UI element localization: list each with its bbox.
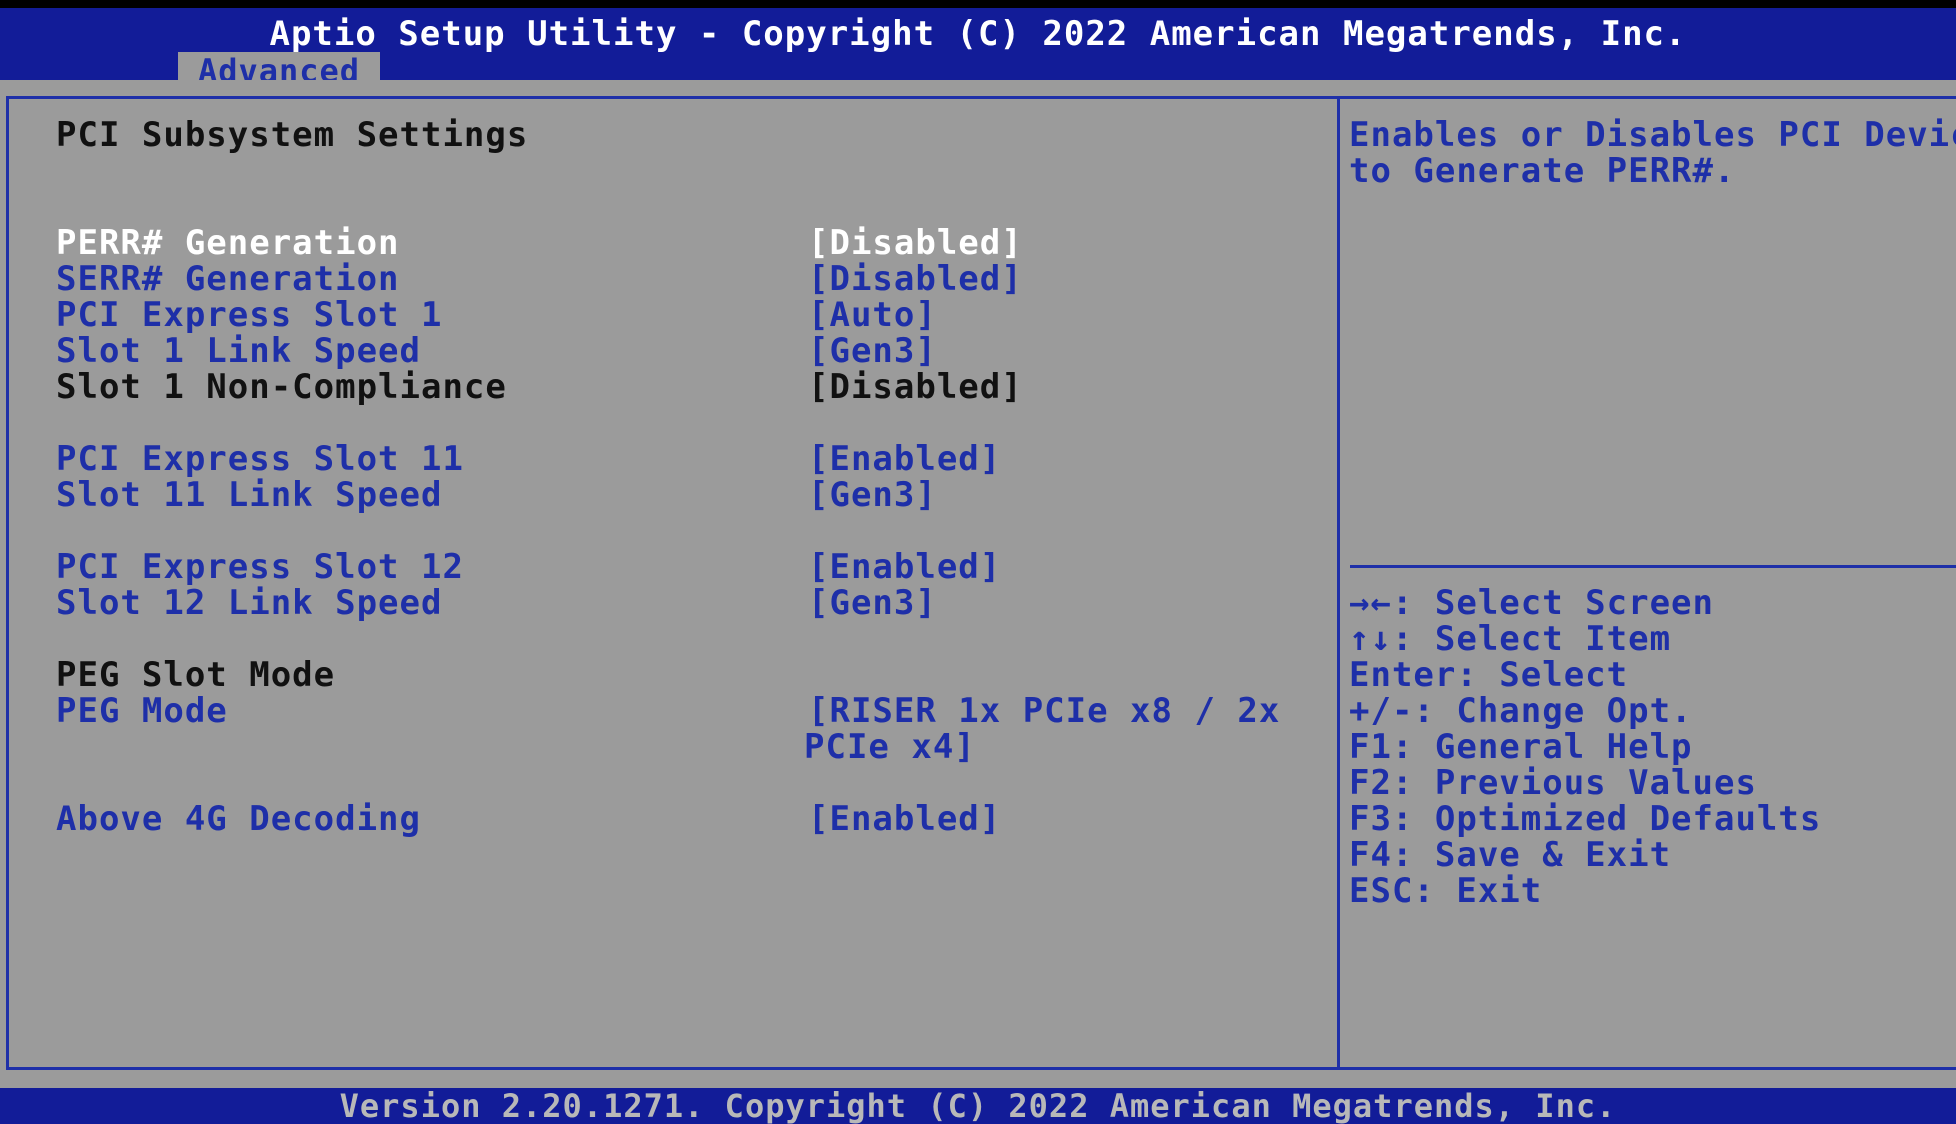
panel-divider [1337, 98, 1340, 1069]
title-bar: Aptio Setup Utility - Copyright (C) 2022… [0, 8, 1956, 90]
footer-version: Version 2.20.1271. Copyright (C) 2022 Am… [0, 1088, 1956, 1124]
help-description-line2: to Generate PERR#. [1349, 151, 1736, 191]
value-slot-1-link-speed[interactable]: [Gen3] [808, 333, 937, 369]
app-title: Aptio Setup Utility - Copyright (C) 2022… [269, 14, 1687, 54]
page-title: PCI Subsystem Settings [56, 115, 529, 155]
setting-serr-generation[interactable]: SERR# Generation [56, 261, 400, 297]
key-hint-previous-values: F2: Previous Values [1349, 763, 1757, 803]
setting-pci-express-slot-11[interactable]: PCI Express Slot 11 [56, 441, 464, 477]
setting-pci-express-slot-12[interactable]: PCI Express Slot 12 [56, 549, 464, 585]
help-description-line1: Enables or Disables PCI Device [1349, 115, 1956, 155]
key-hint-select-screen: →←: Select Screen [1349, 583, 1714, 623]
value-peg-mode[interactable]: [RISER 1x PCIe x8 / 2x [808, 693, 1280, 729]
setting-perr-generation[interactable]: PERR# Generation [56, 225, 400, 261]
setting-above-4g-decoding[interactable]: Above 4G Decoding [56, 801, 421, 837]
setting-pci-express-slot-1[interactable]: PCI Express Slot 1 [56, 297, 442, 333]
setting-peg-mode[interactable]: PEG Mode [56, 693, 228, 729]
value-slot-11-link-speed[interactable]: [Gen3] [808, 477, 937, 513]
setting-slot-1-link-speed[interactable]: Slot 1 Link Speed [56, 333, 421, 369]
peg-slot-mode-heading: PEG Slot Mode [56, 655, 336, 695]
value-above-4g-decoding[interactable]: [Enabled] [808, 801, 1001, 837]
setting-slot-11-link-speed[interactable]: Slot 11 Link Speed [56, 477, 442, 513]
key-hint-optimized-defaults: F3: Optimized Defaults [1349, 799, 1822, 839]
value-pci-express-slot-1[interactable]: [Auto] [808, 297, 937, 333]
key-hint-esc-exit: ESC: Exit [1349, 871, 1543, 911]
value-serr-generation[interactable]: [Disabled] [808, 261, 1023, 297]
setting-slot-1-non-compliance: Slot 1 Non-Compliance [56, 367, 507, 407]
key-hint-change-opt: +/-: Change Opt. [1349, 691, 1693, 731]
help-separator [1350, 565, 1956, 568]
value-pci-express-slot-12[interactable]: [Enabled] [808, 549, 1001, 585]
key-hint-select-item: ↑↓: Select Item [1349, 619, 1672, 659]
key-hint-enter-select: Enter: Select [1349, 655, 1629, 695]
value-perr-generation[interactable]: [Disabled] [808, 225, 1023, 261]
setting-slot-12-link-speed[interactable]: Slot 12 Link Speed [56, 585, 442, 621]
key-hint-general-help: F1: General Help [1349, 727, 1693, 767]
value-slot-12-link-speed[interactable]: [Gen3] [808, 585, 937, 621]
value-pci-express-slot-11[interactable]: [Enabled] [808, 441, 1001, 477]
key-hint-save-exit: F4: Save & Exit [1349, 835, 1672, 875]
value-slot-1-non-compliance: [Disabled] [808, 367, 1023, 407]
value-peg-mode-continued[interactable]: PCIe x4] [804, 729, 976, 765]
